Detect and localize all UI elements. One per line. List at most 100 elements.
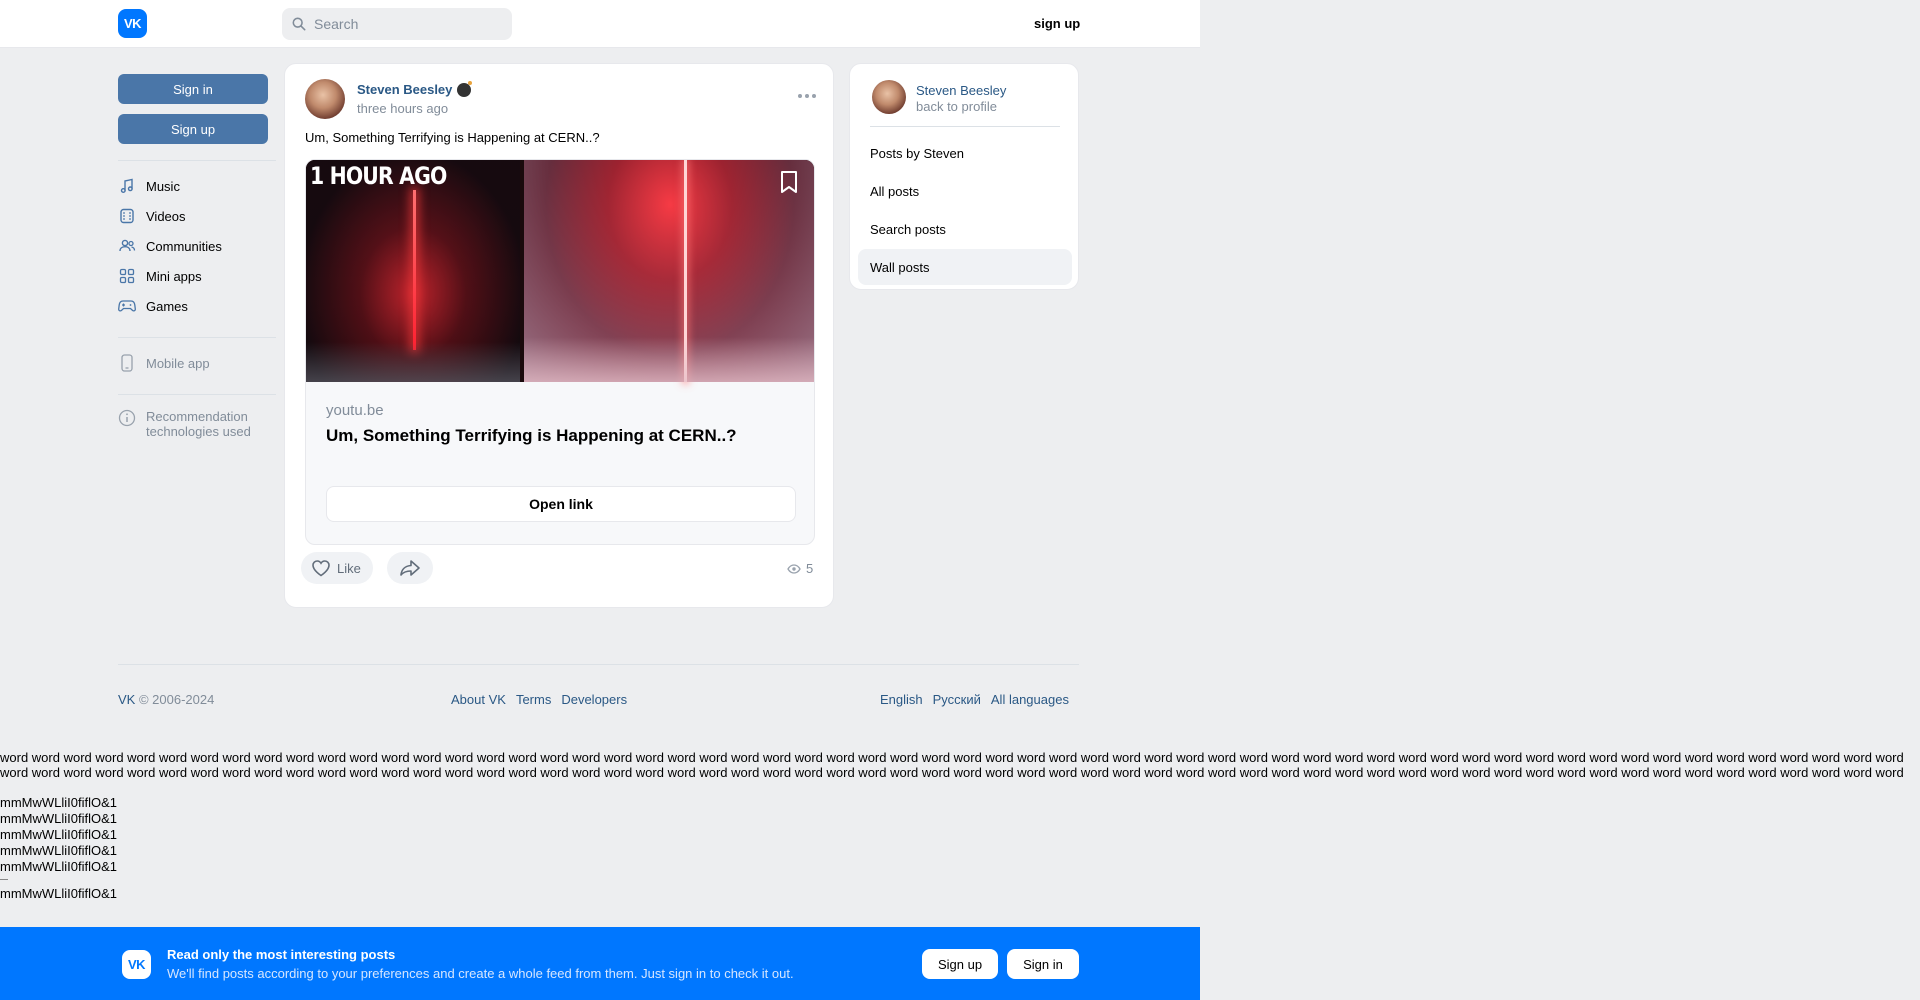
- glyph-line: mmMwWLliI0fiflO&1: [0, 886, 118, 901]
- post-time[interactable]: three hours ago: [357, 101, 448, 116]
- nav-label-communities: Communities: [146, 238, 222, 254]
- nav-item-mobile-app[interactable]: Mobile app: [118, 348, 276, 378]
- signup-promo-banner: VK Read only the most interesting posts …: [0, 927, 1200, 1000]
- nav-divider: [118, 394, 276, 395]
- light-beam: [413, 190, 416, 350]
- filter-posts-by-steven[interactable]: Posts by Steven: [858, 135, 1072, 171]
- share-button[interactable]: [387, 552, 433, 584]
- nav-item-videos[interactable]: Videos: [118, 201, 276, 231]
- sign-up-button[interactable]: Sign up: [118, 114, 268, 144]
- nav-label-music: Music: [146, 178, 180, 194]
- profile-name-link[interactable]: Steven Beesley: [916, 83, 1006, 98]
- nav-item-music[interactable]: Music: [118, 171, 276, 201]
- nav-label-mini-apps: Mini apps: [146, 268, 202, 284]
- promo-sign-in-button[interactable]: Sign in: [1007, 949, 1079, 979]
- dot-icon: [798, 94, 802, 98]
- filter-all-posts[interactable]: All posts: [858, 173, 1072, 209]
- panel-divider: [870, 126, 1060, 127]
- post-author[interactable]: Steven Beesley: [357, 80, 473, 97]
- open-link-button[interactable]: Open link: [326, 486, 796, 522]
- promo-subtitle: We'll find posts according to your prefe…: [167, 966, 794, 981]
- vk-logo[interactable]: VK: [118, 9, 147, 38]
- top-header: VK sign up: [0, 0, 1200, 48]
- footer-divider: [118, 664, 1079, 665]
- nav-divider: [118, 160, 276, 161]
- profile-side-panel: Steven Beesley back to profile Posts by …: [849, 63, 1079, 290]
- copyright-text: © 2006-2024: [138, 692, 215, 707]
- nav-item-mini-apps[interactable]: Mini apps: [118, 261, 276, 291]
- profile-avatar[interactable]: [872, 80, 906, 114]
- glyph-line: mmMwWLliI0fiflO&1: [0, 811, 118, 826]
- language-english[interactable]: English: [880, 692, 923, 707]
- search-box[interactable]: [282, 8, 512, 40]
- views-count: 5: [787, 561, 813, 576]
- heart-icon: [312, 560, 330, 577]
- footer-link-terms[interactable]: Terms: [516, 692, 551, 707]
- eye-icon: [787, 563, 801, 574]
- footer-copyright: VK © 2006-2024: [118, 692, 214, 707]
- glyph-line: mmMwWLliI0fiflO&1: [0, 827, 118, 842]
- footer-link-about[interactable]: About VK: [451, 692, 506, 707]
- language-russian[interactable]: Русский: [933, 692, 981, 707]
- language-all[interactable]: All languages: [991, 692, 1069, 707]
- phone-icon: [118, 354, 136, 372]
- left-nav: Sign in Sign up Music Videos Communities…: [118, 74, 276, 439]
- link-title[interactable]: Um, Something Terrifying is Happening at…: [326, 426, 737, 446]
- views-number: 5: [806, 561, 814, 576]
- music-note-icon: [118, 177, 136, 195]
- thumbnail-left-image: [306, 160, 520, 382]
- clouds: [306, 342, 520, 382]
- clouds: [524, 337, 814, 382]
- post-filter-list: Posts by Steven All posts Search posts W…: [858, 135, 1072, 287]
- thumbnail-caption: 1 HOUR AGO: [310, 162, 447, 190]
- back-to-profile-link[interactable]: back to profile: [916, 99, 997, 114]
- footer-links: About VK Terms Developers: [451, 692, 627, 707]
- more-options-button[interactable]: [795, 88, 819, 104]
- glyph-line: mmMwWLliI0fiflO&1: [0, 843, 118, 858]
- gamepad-icon: [118, 297, 136, 315]
- bomb-emoji-icon: [457, 80, 473, 97]
- header-signup-link[interactable]: sign up: [1034, 16, 1080, 31]
- nav-divider: [118, 337, 276, 338]
- promo-title: Read only the most interesting posts: [167, 947, 396, 962]
- footer-languages: English Русский All languages: [880, 692, 1069, 707]
- footer-vk-link[interactable]: VK: [118, 692, 135, 707]
- dot-icon: [812, 94, 816, 98]
- thumbnail-right-image: [524, 160, 814, 382]
- nav-label-games: Games: [146, 298, 188, 314]
- sign-in-button[interactable]: Sign in: [118, 74, 268, 104]
- repeated-word-text: word word word word word word word word …: [0, 750, 1920, 782]
- nav-item-games[interactable]: Games: [118, 291, 276, 321]
- promo-vk-logo: VK: [122, 950, 151, 979]
- share-arrow-icon: [400, 560, 420, 576]
- filter-wall-posts[interactable]: Wall posts: [858, 249, 1072, 285]
- nav-item-communities[interactable]: Communities: [118, 231, 276, 261]
- glyph-test-text: mmMwWLliI0fiflO&1 mmMwWLliI0fiflO&1 mmMw…: [0, 795, 117, 902]
- like-button[interactable]: Like: [301, 552, 373, 584]
- filter-search-posts[interactable]: Search posts: [858, 211, 1072, 247]
- nav-label-videos: Videos: [146, 208, 186, 224]
- repeated-word: word word word word word word word word …: [0, 750, 1904, 782]
- separator-line: [0, 879, 8, 880]
- people-icon: [118, 237, 136, 255]
- promo-sign-up-button[interactable]: Sign up: [922, 949, 998, 979]
- nav-item-recommendation-tech[interactable]: Recommendation technologies used: [118, 405, 276, 439]
- grid-icon: [118, 267, 136, 285]
- search-input[interactable]: [314, 16, 494, 32]
- post-author-name: Steven Beesley: [357, 82, 453, 97]
- footer-link-developers[interactable]: Developers: [561, 692, 627, 707]
- link-domain: youtu.be: [326, 402, 384, 419]
- nav-label-mobile-app: Mobile app: [146, 355, 210, 371]
- author-avatar[interactable]: [305, 79, 345, 119]
- info-icon: [118, 409, 136, 427]
- glyph-line: mmMwWLliI0fiflO&1: [0, 795, 118, 810]
- glyph-line: mmMwWLliI0fiflO&1: [0, 859, 118, 874]
- post-text: Um, Something Terrifying is Happening at…: [305, 130, 600, 145]
- search-icon: [292, 17, 306, 31]
- like-label: Like: [337, 560, 361, 576]
- link-attachment: 1 HOUR AGO youtu.be Um, Something Terrif…: [305, 159, 815, 545]
- dot-icon: [805, 94, 809, 98]
- nav-label-recommendation-tech: Recommendation technologies used: [146, 409, 251, 439]
- bookmark-icon[interactable]: [778, 170, 800, 194]
- video-thumbnail[interactable]: 1 HOUR AGO: [306, 160, 814, 382]
